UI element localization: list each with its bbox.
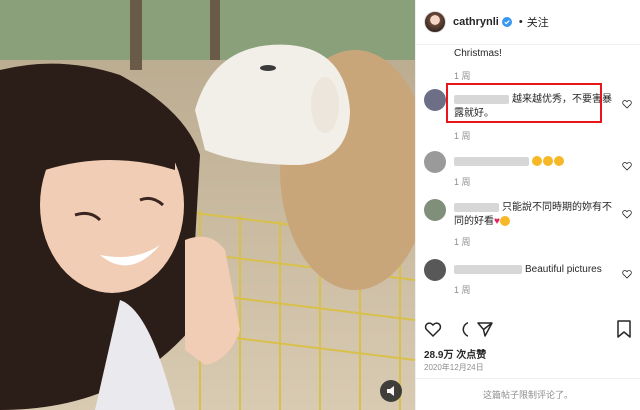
heart-icon[interactable] — [424, 320, 442, 338]
follow-button[interactable]: 关注 — [527, 14, 549, 30]
post-header: cathrynli • 关注 — [416, 0, 640, 45]
comment-time[interactable]: 1 周 — [454, 129, 471, 142]
comment-text: Christmas! — [454, 48, 502, 59]
comment-time[interactable]: 1 周 — [454, 283, 471, 296]
like-count[interactable]: 28.9万 次点赞 — [424, 346, 486, 361]
comment-icon[interactable] — [450, 320, 468, 338]
blurred-username — [454, 264, 522, 274]
avatar[interactable] — [424, 259, 446, 281]
avatar[interactable] — [424, 89, 446, 111]
post-image[interactable] — [0, 0, 415, 410]
sound-icon[interactable] — [380, 380, 402, 402]
sidebar: cathrynli • 关注 Christmas! 1 周 越来越优秀，不要害暴… — [415, 0, 640, 410]
emoji-icon — [543, 156, 553, 167]
highlight-box — [446, 83, 602, 123]
avatar[interactable] — [424, 199, 446, 221]
emoji-icon — [554, 156, 564, 167]
emoji-icon — [532, 156, 542, 167]
action-bar — [424, 318, 632, 342]
verified-icon — [501, 17, 512, 27]
heart-icon[interactable] — [622, 269, 632, 279]
bookmark-icon[interactable] — [616, 320, 632, 338]
heart-icon[interactable] — [622, 209, 632, 219]
avatar[interactable] — [424, 11, 446, 33]
comment-time[interactable]: 1 周 — [454, 175, 471, 188]
share-icon[interactable] — [476, 320, 494, 338]
instagram-post: cathrynli • 关注 Christmas! 1 周 越来越优秀，不要害暴… — [0, 0, 640, 410]
heart-icon[interactable] — [622, 99, 632, 109]
blurred-username — [454, 156, 529, 166]
photo-illustration — [0, 0, 415, 410]
comment-time[interactable]: 1 周 — [454, 69, 471, 82]
comment-body — [454, 155, 616, 169]
comment-time[interactable]: 1 周 — [454, 235, 471, 248]
comment-body: 只能說不同時期的妳有不同的好看♥ — [454, 202, 612, 227]
separator: • — [518, 16, 523, 28]
comment-body: Beautiful pictures — [454, 263, 616, 277]
comments-limited-notice: 这篇帖子限制评论了。 — [416, 378, 640, 410]
thumbs-up-icon — [499, 216, 510, 227]
comment-text: Beautiful pictures — [525, 264, 602, 275]
avatar[interactable] — [424, 151, 446, 173]
heart-icon[interactable] — [622, 161, 632, 171]
username[interactable]: cathrynli — [453, 16, 499, 28]
post-date: 2020年12月24日 — [424, 363, 484, 372]
blurred-username — [454, 202, 499, 212]
